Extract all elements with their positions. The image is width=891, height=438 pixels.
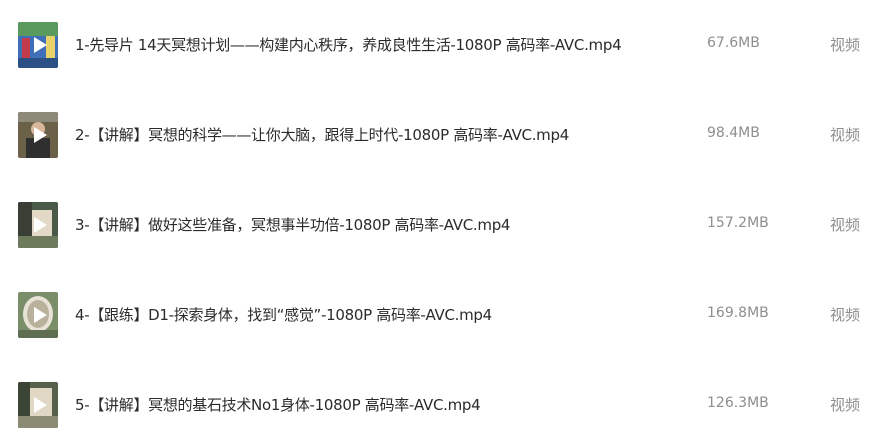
video-thumbnail[interactable] [18,202,58,248]
play-icon [34,217,47,233]
file-type: 视频 [830,216,861,234]
play-icon [34,127,47,143]
file-name[interactable]: 4-【跟练】D1-探索身体，找到“感觉”-1080P 高码率-AVC.mp4 [75,304,492,325]
file-type: 视频 [830,396,861,414]
file-size: 169.8MB [707,305,769,321]
video-thumbnail[interactable] [18,292,58,338]
play-icon [34,397,47,413]
file-size: 67.6MB [707,35,760,51]
file-name[interactable]: 2-【讲解】冥想的科学——让你大脑，跟得上时代-1080P 高码率-AVC.mp… [75,124,569,145]
file-row-5[interactable]: 5-【讲解】冥想的基石技术No1身体-1080P 高码率-AVC.mp4 126… [0,376,891,436]
file-row-1[interactable]: 1-先导片 14天冥想计划——构建内心秩序，养成良性生活-1080P 高码率-A… [0,16,891,76]
play-icon [34,37,47,53]
file-row-4[interactable]: 4-【跟练】D1-探索身体，找到“感觉”-1080P 高码率-AVC.mp4 1… [0,286,891,346]
file-row-3[interactable]: 3-【讲解】做好这些准备，冥想事半功倍-1080P 高码率-AVC.mp4 15… [0,196,891,256]
file-name[interactable]: 5-【讲解】冥想的基石技术No1身体-1080P 高码率-AVC.mp4 [75,394,481,415]
video-thumbnail[interactable] [18,382,58,428]
file-size: 98.4MB [707,125,760,141]
file-row-2[interactable]: 2-【讲解】冥想的科学——让你大脑，跟得上时代-1080P 高码率-AVC.mp… [0,106,891,166]
file-name[interactable]: 3-【讲解】做好这些准备，冥想事半功倍-1080P 高码率-AVC.mp4 [75,214,510,235]
file-size: 157.2MB [707,215,769,231]
video-thumbnail[interactable] [18,112,58,158]
file-type: 视频 [830,36,861,54]
file-type: 视频 [830,306,861,324]
file-list: 1-先导片 14天冥想计划——构建内心秩序，养成良性生活-1080P 高码率-A… [0,0,891,438]
file-name[interactable]: 1-先导片 14天冥想计划——构建内心秩序，养成良性生活-1080P 高码率-A… [75,34,622,55]
play-icon [34,307,47,323]
video-thumbnail[interactable] [18,22,58,68]
file-type: 视频 [830,126,861,144]
file-size: 126.3MB [707,395,769,411]
